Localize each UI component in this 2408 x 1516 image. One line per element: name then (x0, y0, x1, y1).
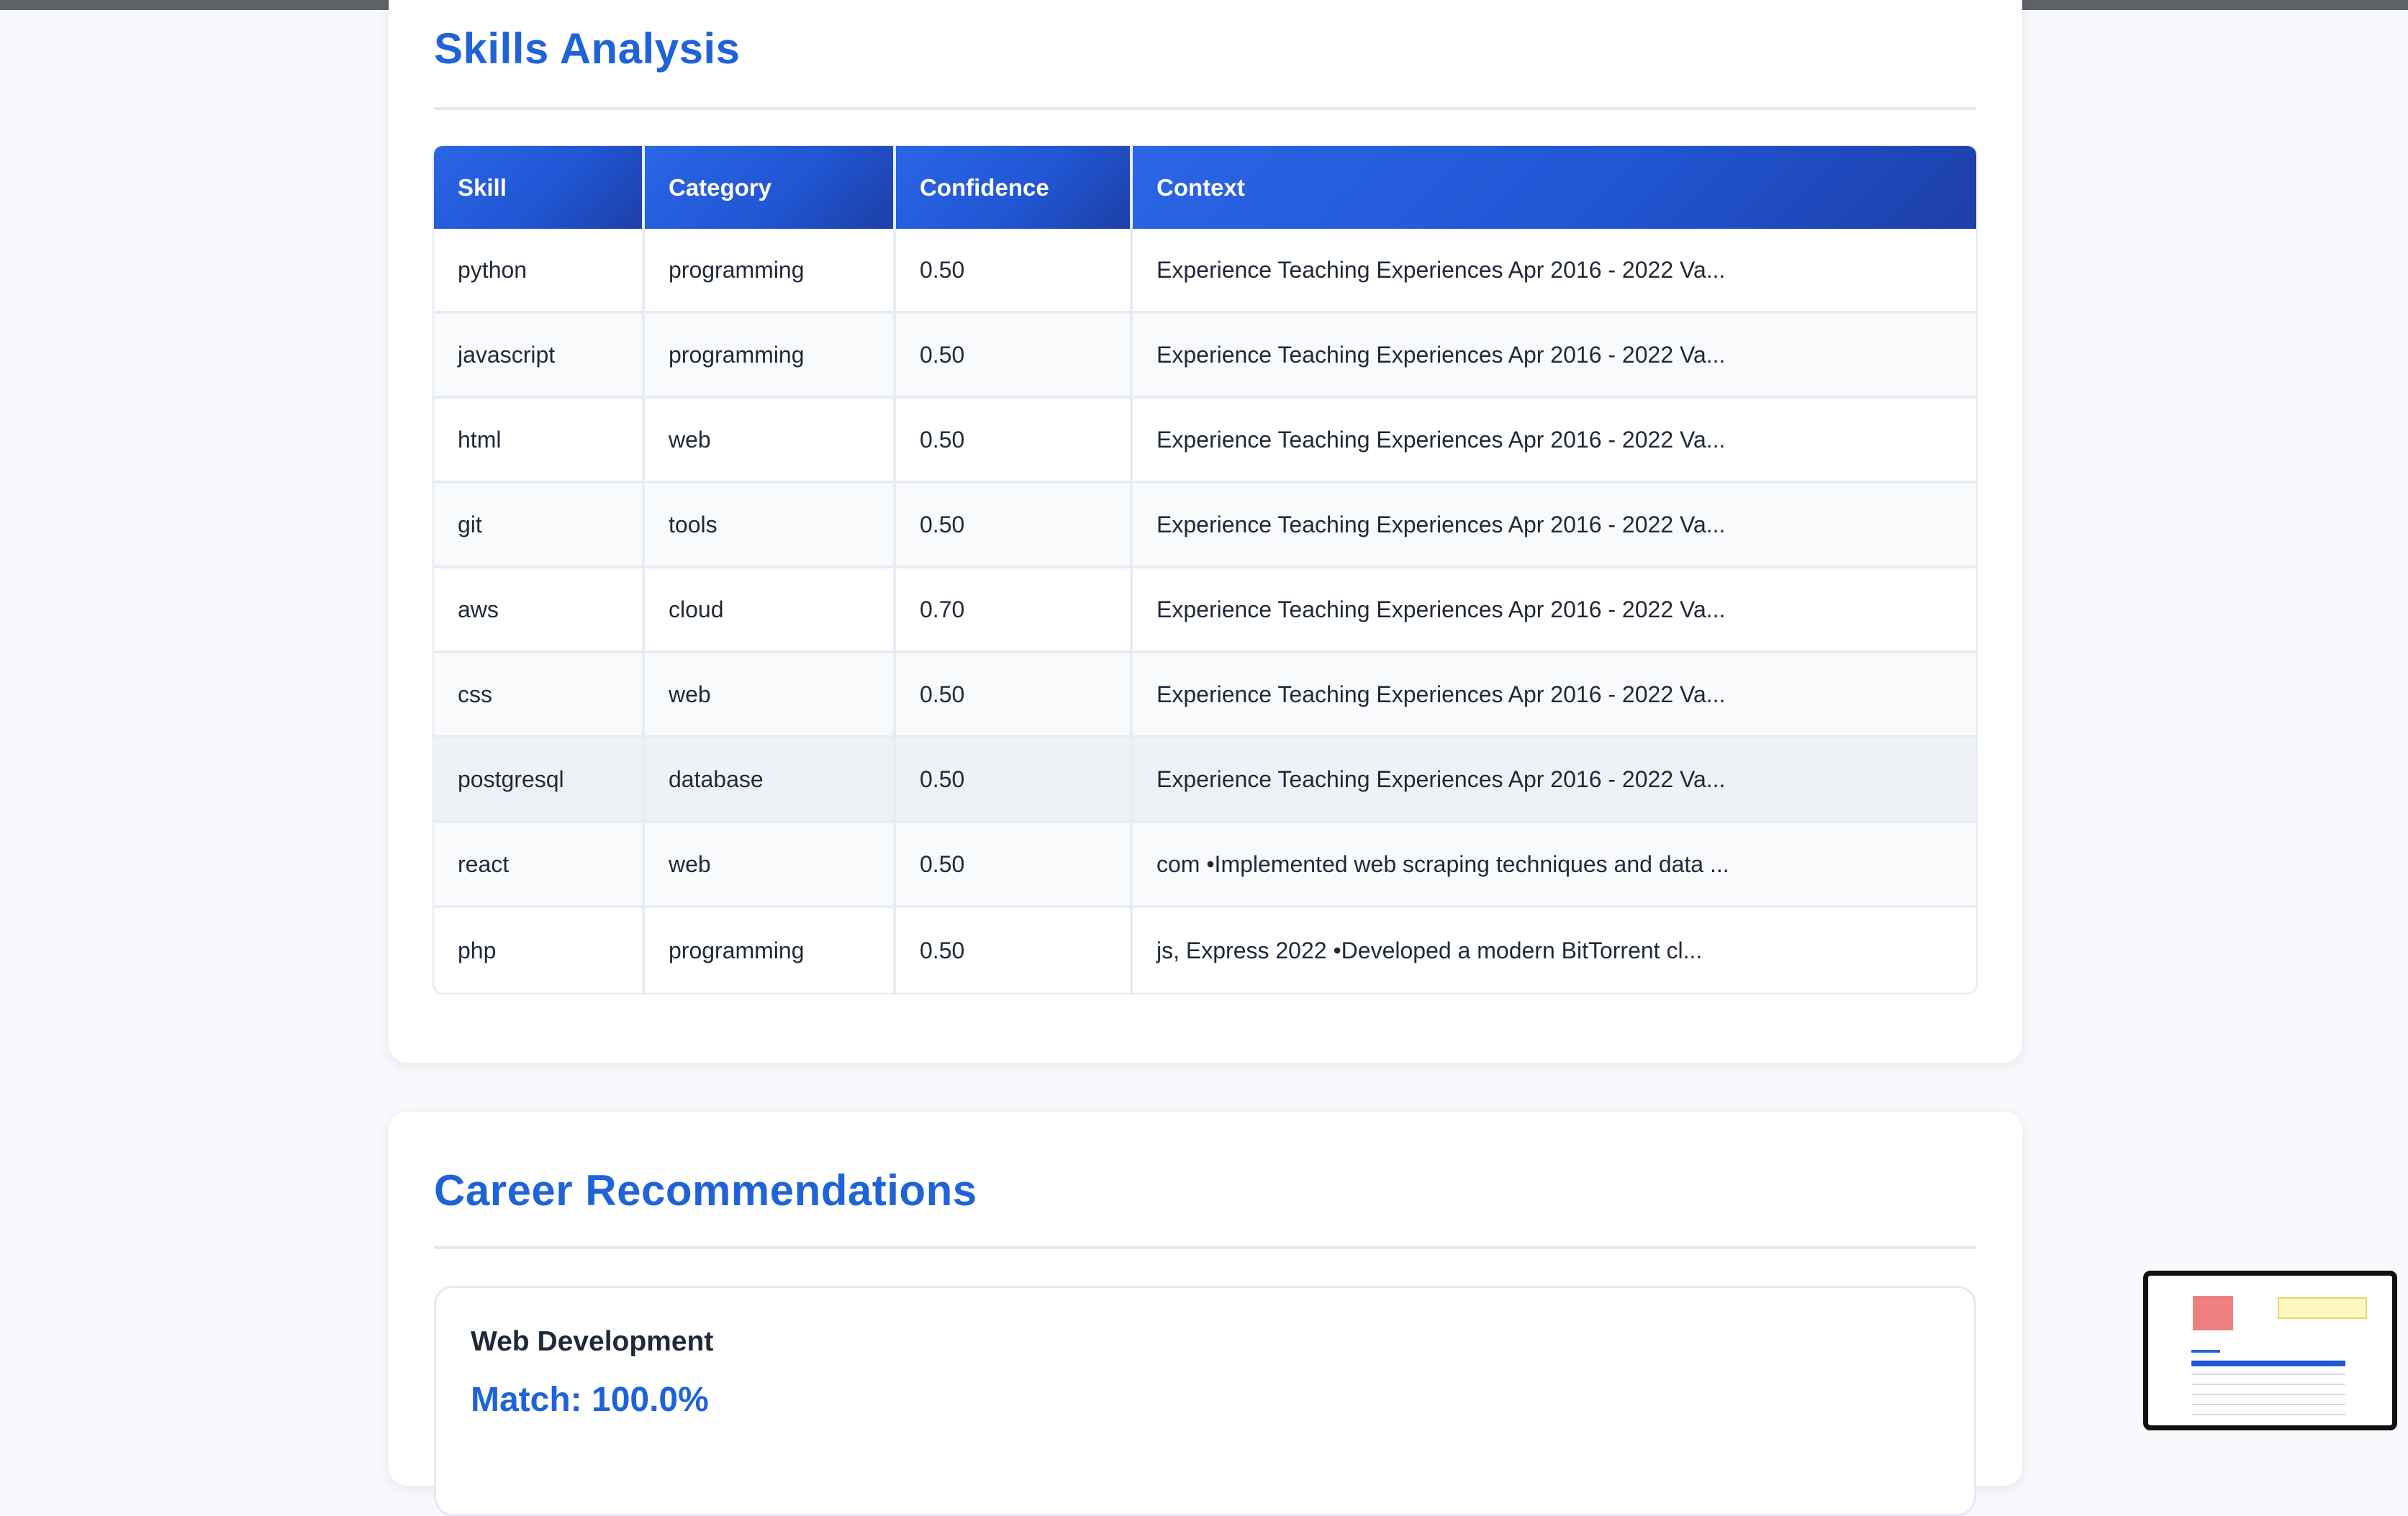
table-row: css web 0.50 Experience Teaching Experie… (434, 653, 1976, 738)
table-row: javascript programming 0.50 Experience T… (434, 314, 1976, 399)
recommendation-title: Web Development (471, 1326, 714, 1357)
skill-cell: python (434, 229, 645, 314)
thumbnail-table-line (2191, 1394, 2345, 1395)
skill-cell: postgresql (434, 738, 645, 823)
skills-analysis-card: Skills Analysis Skill Category Confidenc… (389, 0, 2022, 1063)
recommendation-card: Web Development Match: 100.0% (434, 1286, 1976, 1516)
category-cell: web (645, 399, 896, 484)
column-header-context: Context (1133, 146, 1976, 229)
context-cell: Experience Teaching Experiences Apr 2016… (1133, 399, 1976, 484)
category-cell: web (645, 823, 896, 908)
recommendation-match-score: Match: 100.0% (471, 1381, 709, 1419)
context-cell: Experience Teaching Experiences Apr 2016… (1133, 568, 1976, 653)
table-row: aws cloud 0.70 Experience Teaching Exper… (434, 568, 1976, 653)
section-divider (434, 107, 1976, 110)
thumbnail-chart-box (2278, 1297, 2367, 1319)
table-row: git tools 0.50 Experience Teaching Exper… (434, 484, 1976, 568)
column-header-confidence: Confidence (896, 146, 1133, 229)
thumbnail-section-label (2191, 1350, 2220, 1353)
skill-cell: css (434, 653, 645, 738)
context-cell: Experience Teaching Experiences Apr 2016… (1133, 314, 1976, 399)
thumbnail-table-header (2191, 1361, 2345, 1366)
skill-cell: git (434, 484, 645, 568)
category-cell: programming (645, 908, 896, 993)
context-cell: Experience Teaching Experiences Apr 2016… (1133, 229, 1976, 314)
context-cell: Experience Teaching Experiences Apr 2016… (1133, 484, 1976, 568)
skill-cell: react (434, 823, 645, 908)
table-row: postgresql database 0.50 Experience Teac… (434, 738, 1976, 823)
category-cell: database (645, 738, 896, 823)
thumbnail-chart-bar (2193, 1296, 2233, 1330)
skill-cell: php (434, 908, 645, 993)
thumbnail-table-line (2191, 1404, 2345, 1405)
confidence-cell: 0.50 (896, 484, 1133, 568)
skill-cell: html (434, 399, 645, 484)
category-cell: programming (645, 314, 896, 399)
category-cell: cloud (645, 568, 896, 653)
category-cell: programming (645, 229, 896, 314)
table-header-row: Skill Category Confidence Context (434, 146, 1976, 229)
page-thumbnail-preview[interactable] (2143, 1271, 2397, 1430)
table-row: python programming 0.50 Experience Teach… (434, 229, 1976, 314)
category-cell: tools (645, 484, 896, 568)
confidence-cell: 0.50 (896, 314, 1133, 399)
context-cell: Experience Teaching Experiences Apr 2016… (1133, 653, 1976, 738)
context-cell: js, Express 2022 •Developed a modern Bit… (1133, 908, 1976, 993)
confidence-cell: 0.50 (896, 653, 1133, 738)
column-header-category: Category (645, 146, 896, 229)
thumbnail-table-line (2191, 1374, 2345, 1375)
table-row: html web 0.50 Experience Teaching Experi… (434, 399, 1976, 484)
context-cell: Experience Teaching Experiences Apr 2016… (1133, 738, 1976, 823)
column-header-skill: Skill (434, 146, 645, 229)
table-row: php programming 0.50 js, Express 2022 •D… (434, 908, 1976, 993)
context-cell: com •Implemented web scraping techniques… (1133, 823, 1976, 908)
confidence-cell: 0.50 (896, 229, 1133, 314)
confidence-cell: 0.70 (896, 568, 1133, 653)
confidence-cell: 0.50 (896, 738, 1133, 823)
skill-cell: aws (434, 568, 645, 653)
category-cell: web (645, 653, 896, 738)
section-divider (434, 1246, 1976, 1249)
career-section-title: Career Recommendations (434, 1166, 977, 1215)
confidence-cell: 0.50 (896, 399, 1133, 484)
skills-table: Skill Category Confidence Context python… (434, 146, 1976, 993)
career-recommendations-card: Career Recommendations Web Development M… (389, 1112, 2022, 1516)
skills-section-title: Skills Analysis (434, 24, 741, 73)
confidence-cell: 0.50 (896, 823, 1133, 908)
thumbnail-table-line (2191, 1414, 2345, 1415)
thumbnail-table-line (2191, 1384, 2345, 1385)
confidence-cell: 0.50 (896, 908, 1133, 993)
skill-cell: javascript (434, 314, 645, 399)
table-row: react web 0.50 com •Implemented web scra… (434, 823, 1976, 908)
